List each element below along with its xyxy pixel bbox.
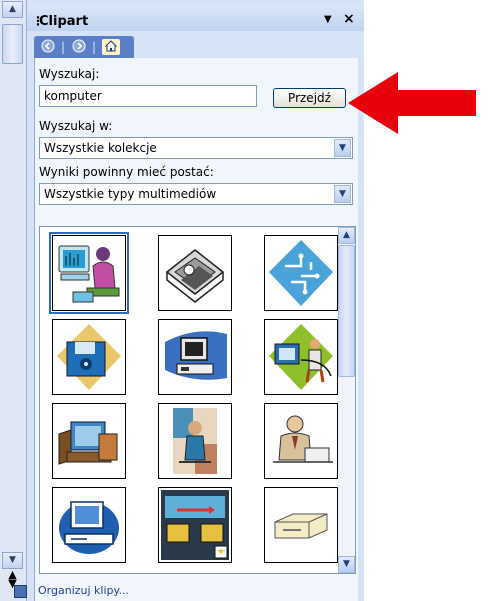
scroll-thumb[interactable] <box>338 245 355 377</box>
red-arrow-annotation <box>348 72 476 134</box>
results-type-label: Wyniki powinny mieć postać: <box>39 165 214 179</box>
nav-separator: | <box>61 40 66 54</box>
clipart-task-pane: ⋮ Clipart ▼ × | | Wyszukaj: komputer Prz… <box>27 0 364 601</box>
document-scrollbar[interactable]: ▲ ▼ ▲ ▼ <box>0 0 27 601</box>
search-label: Wyszukaj: <box>39 67 100 81</box>
computer-disk-drive-clipart[interactable] <box>158 235 232 311</box>
scroll-thumb[interactable] <box>2 24 23 64</box>
search-in-label: Wyszukaj w: <box>39 119 113 133</box>
results-type-value: Wszystkie typy multimediów <box>44 187 217 201</box>
disk-drive-clipart[interactable] <box>264 487 338 563</box>
woman-at-computer-clipart[interactable] <box>49 232 129 314</box>
blue-computer-clipart[interactable] <box>52 487 126 563</box>
search-in-value: Wszystkie kolekcje <box>44 141 157 155</box>
scroll-up-icon[interactable]: ▲ <box>338 227 355 244</box>
search-in-dropdown[interactable]: Wszystkie kolekcje ▼ <box>39 137 353 159</box>
organize-clips-icon[interactable] <box>14 585 27 598</box>
back-arrow-icon[interactable] <box>39 39 57 55</box>
clipart-results-grid: ▲ ▼ <box>39 226 356 574</box>
results-scrollbar[interactable]: ▲ ▼ <box>338 227 355 573</box>
organize-clips-link[interactable]: Organizuj klipy... <box>38 584 129 597</box>
nav-separator: | <box>92 40 97 54</box>
desktop-pc-clipart[interactable] <box>52 403 126 479</box>
pane-body: Wyszukaj: komputer Przejdź Wyszukaj w: W… <box>34 58 358 601</box>
chevron-down-icon[interactable]: ▼ <box>334 185 351 203</box>
pane-navigation: | | <box>34 36 134 58</box>
businessman-at-desk-clipart[interactable] <box>264 403 338 479</box>
scroll-down-icon[interactable]: ▼ <box>338 556 355 573</box>
chevron-down-icon[interactable]: ▼ <box>334 139 351 157</box>
floppy-disk-clipart[interactable] <box>52 319 126 395</box>
network-computers-clipart[interactable] <box>158 487 232 563</box>
scroll-up-icon[interactable]: ▲ <box>2 1 23 18</box>
results-type-dropdown[interactable]: Wszystkie typy multimediów ▼ <box>39 183 353 205</box>
go-button[interactable]: Przejdź <box>273 88 346 108</box>
forward-arrow-icon[interactable] <box>70 39 88 55</box>
person-collage-clipart[interactable] <box>158 403 232 479</box>
computer-terminal-clipart[interactable] <box>158 319 232 395</box>
circuit-board-clipart[interactable] <box>264 235 338 311</box>
search-input[interactable]: komputer <box>39 85 257 107</box>
pane-header: ⋮ Clipart ▼ × <box>27 5 364 31</box>
pane-menu-icon[interactable]: ▼ <box>324 14 332 25</box>
home-icon[interactable] <box>102 39 120 55</box>
close-icon[interactable]: × <box>343 11 355 27</box>
pane-title: Clipart <box>39 14 89 29</box>
scroll-down-icon[interactable]: ▼ <box>2 552 23 569</box>
man-at-computer-clipart[interactable] <box>264 319 338 395</box>
